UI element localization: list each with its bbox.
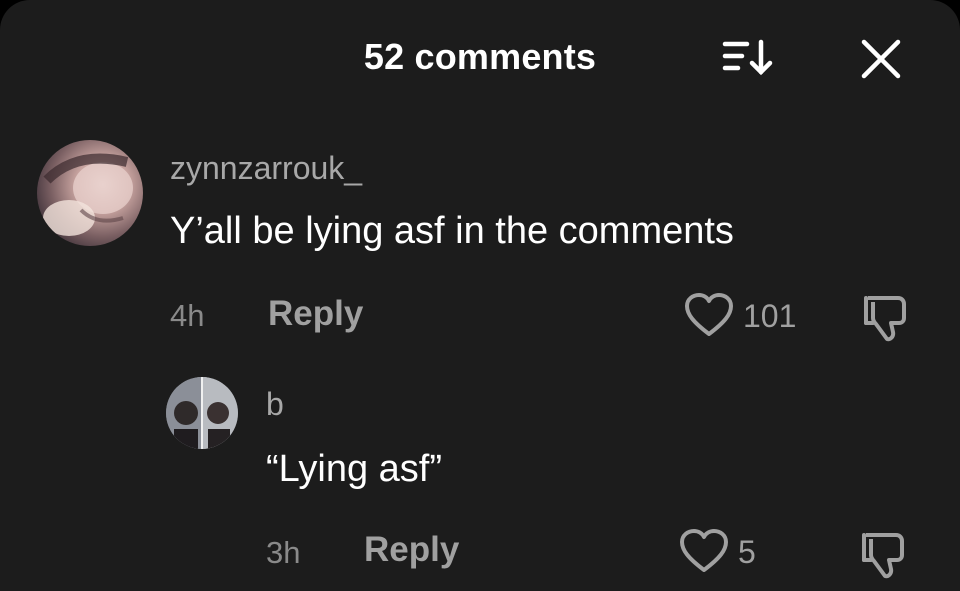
comment-timestamp: 4h xyxy=(170,298,205,333)
reply-like-button[interactable]: 5 xyxy=(678,528,756,576)
thumbs-down-icon xyxy=(862,533,904,579)
heart-outline-icon xyxy=(685,293,733,336)
comment-text: Y’all be lying asf in the comments xyxy=(170,210,734,252)
reply-username[interactable]: b xyxy=(266,386,284,423)
reply-like-count: 5 xyxy=(738,533,756,570)
comments-count-label: 52 comments xyxy=(363,36,597,77)
thumbs-down-icon xyxy=(864,296,906,342)
avatar[interactable] xyxy=(37,140,143,246)
reply-timestamp: 3h xyxy=(266,535,301,570)
reply-avatar[interactable] xyxy=(166,377,238,449)
like-count: 101 xyxy=(743,297,797,334)
reply-avatar-photo xyxy=(166,377,238,449)
like-button[interactable]: 101 xyxy=(683,292,796,340)
sort-button[interactable] xyxy=(718,34,778,82)
reply-text: “Lying asf” xyxy=(266,448,442,490)
reply-reply-button[interactable]: Reply xyxy=(364,530,459,570)
reply-button[interactable]: Reply xyxy=(268,294,363,334)
close-button[interactable] xyxy=(852,34,908,82)
reply-dislike-button[interactable] xyxy=(858,529,910,581)
dislike-button[interactable] xyxy=(860,292,912,344)
close-icon xyxy=(861,39,901,79)
comments-title: 52 comments xyxy=(0,36,960,78)
avatar-photo xyxy=(43,153,133,236)
comments-panel: 52 comments zynnzarrouk_ Y’all be lying … xyxy=(0,0,960,591)
sort-descending-icon xyxy=(722,39,773,76)
heart-outline-icon xyxy=(680,529,728,572)
comment-username[interactable]: zynnzarrouk_ xyxy=(170,150,362,187)
